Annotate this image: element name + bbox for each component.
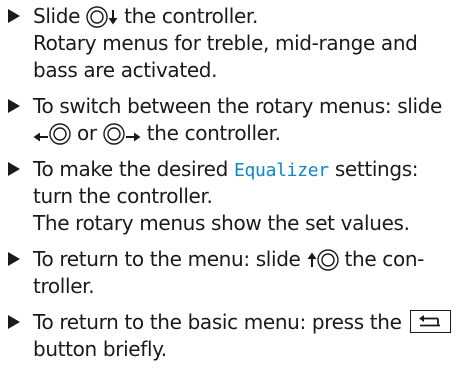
equalizer-highlight: Equalizer [233,160,329,181]
back-button-icon [409,310,451,333]
instruction-step-2-line-1: To switch between the rotary menus: slid… [33,94,443,118]
instruction-step-3-line-2: turn the controller. [33,184,213,208]
step-2-text-or: or [71,121,103,145]
instruction-step-4-line-2: troller. [33,274,95,298]
arrow-up-icon [307,252,317,268]
instruction-step-1-line-1: Slide the controller. [33,3,258,29]
step-4-text-post: the con- [338,247,425,271]
bullet-icon [8,9,20,23]
instruction-step-1-line-3: bass are activated. [33,58,218,82]
instruction-step-2-line-2: or the controller. [33,120,281,146]
controller-icon [103,123,125,145]
bullet-icon [8,162,20,176]
bullet-icon [8,315,20,329]
bullet-icon [8,99,20,113]
arrow-right-icon [125,132,141,142]
step-1-text-post: the controller. [118,4,258,28]
step-4-text-pre: To return to the menu: slide [33,247,307,271]
bullet-icon [8,252,20,266]
instruction-step-3-line-3: The rotary menus show the set values. [33,211,410,235]
instruction-step-3-line-1: To make the desired Equalizer settings: [33,156,419,182]
arrow-left-icon [33,132,49,142]
instruction-step-5-line-2: button briefly. [33,337,167,361]
step-5-text-pre: To return to the basic menu: press the [33,310,408,334]
controller-icon [86,6,108,28]
instruction-step-4-line-1: To return to the menu: slide the con- [33,246,424,272]
step-2-text-post: the controller. [140,121,281,145]
step-1-text-pre: Slide [33,4,87,28]
arrow-down-icon [108,9,118,25]
instruction-page: Slide the controller. Rotary menus for t… [0,0,462,376]
instruction-step-1-line-2: Rotary menus for treble, mid-range and [33,31,418,55]
instruction-step-5-line-1: To return to the basic menu: press the [33,309,451,335]
step-3-text-pre: To make the desired [33,157,234,181]
controller-icon [49,123,71,145]
step-3-text-post: settings: [328,157,419,181]
controller-icon [316,249,339,271]
